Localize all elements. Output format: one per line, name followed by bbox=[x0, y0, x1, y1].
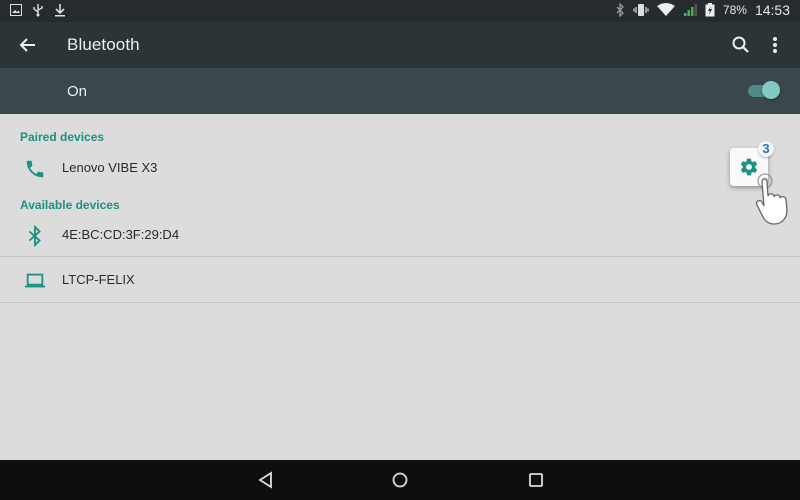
bluetooth-icon bbox=[616, 3, 624, 17]
phone-icon bbox=[26, 160, 44, 178]
available-devices-header: Available devices bbox=[20, 198, 120, 212]
vibrate-icon bbox=[633, 4, 649, 16]
search-icon bbox=[732, 36, 749, 53]
download-icon bbox=[55, 4, 65, 17]
device-name: 4E:BC:CD:3F:29:D4 bbox=[62, 227, 180, 242]
toggle-thumb bbox=[762, 81, 780, 99]
page-title: Bluetooth bbox=[67, 35, 140, 54]
switch-label: On bbox=[67, 83, 88, 100]
image-icon bbox=[10, 4, 22, 16]
available-device-row[interactable]: LTCP-FELIX bbox=[0, 257, 800, 303]
divider bbox=[0, 302, 800, 303]
wifi-icon bbox=[656, 3, 675, 16]
nav-home-icon bbox=[392, 472, 408, 488]
device-name: LTCP-FELIX bbox=[62, 272, 135, 287]
bluetooth-toggle[interactable] bbox=[748, 81, 780, 101]
status-bar: 78% 14:53 bbox=[0, 0, 800, 22]
battery-charging-icon bbox=[705, 3, 715, 17]
pointing-hand-icon bbox=[755, 173, 788, 225]
paired-device-row[interactable]: Lenovo VIBE X3 bbox=[0, 145, 800, 191]
battery-level: 78% bbox=[722, 3, 747, 17]
navigation-bar bbox=[0, 460, 800, 500]
nav-back-button[interactable] bbox=[256, 470, 276, 490]
clock: 14:53 bbox=[754, 2, 790, 18]
bluetooth-master-switch-bar[interactable]: On bbox=[0, 68, 800, 114]
nav-home-button[interactable] bbox=[390, 470, 410, 490]
nav-recents-icon bbox=[529, 473, 543, 487]
nav-recents-button[interactable] bbox=[526, 470, 546, 490]
bluetooth-icon bbox=[28, 225, 41, 247]
paired-devices-header: Paired devices bbox=[20, 130, 105, 144]
laptop-icon bbox=[24, 273, 46, 288]
usb-icon bbox=[33, 4, 43, 17]
available-device-row[interactable]: 4E:BC:CD:3F:29:D4 bbox=[0, 212, 800, 258]
device-name: Lenovo VIBE X3 bbox=[62, 160, 158, 175]
device-list: Paired devices Lenovo VIBE X3 Available … bbox=[0, 114, 800, 460]
search-button[interactable] bbox=[730, 34, 752, 56]
step-badge: 3 bbox=[758, 141, 774, 157]
arrow-back-icon bbox=[19, 38, 35, 52]
nav-back-icon bbox=[258, 471, 272, 489]
more-vert-icon bbox=[773, 37, 777, 53]
app-toolbar: Bluetooth bbox=[0, 22, 800, 68]
signal-icon bbox=[683, 4, 697, 16]
back-button[interactable] bbox=[16, 33, 40, 57]
more-options-button[interactable] bbox=[766, 34, 784, 56]
